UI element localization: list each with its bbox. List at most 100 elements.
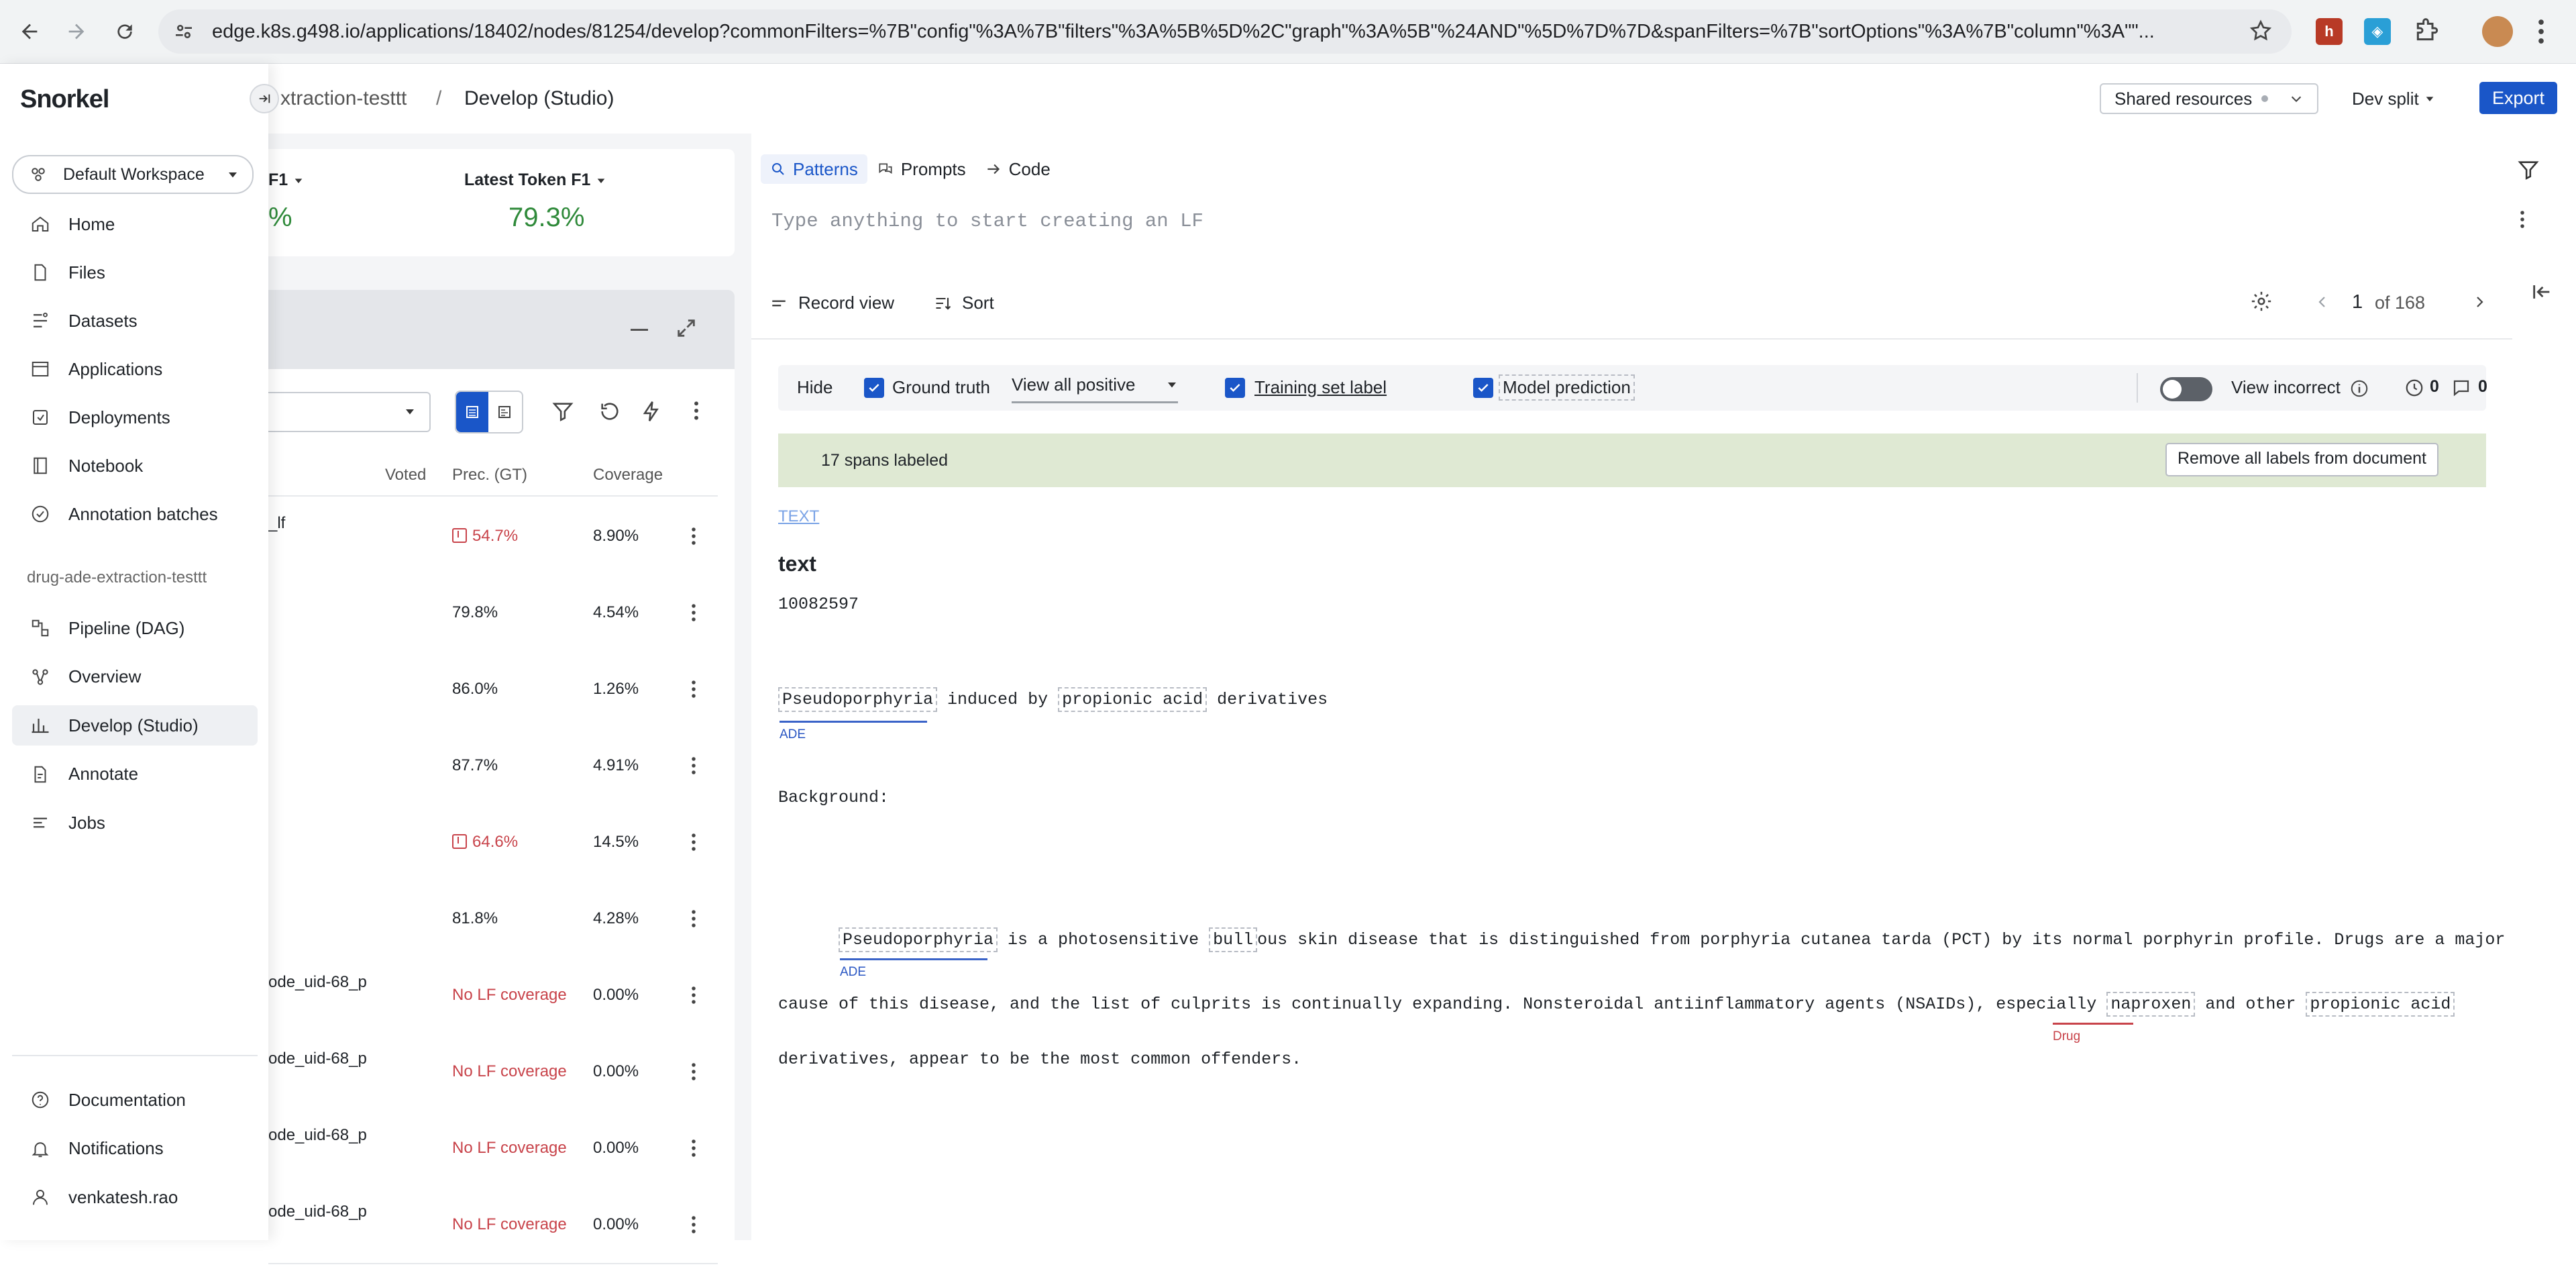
nav-item-annotation-batches[interactable]: Annotation batches [12, 494, 258, 534]
column-voted[interactable]: Voted [385, 466, 426, 484]
record-view-button[interactable]: Record view [770, 293, 894, 313]
view-toggle[interactable] [455, 391, 523, 434]
row-more-icon[interactable] [691, 679, 696, 699]
lightning-icon[interactable] [640, 400, 663, 423]
comment-icon[interactable] [2451, 378, 2471, 398]
lf-more-icon[interactable] [2520, 209, 2525, 230]
lf-table-row[interactable]: 81.8% 4.28% [268, 880, 718, 958]
extension-h-icon[interactable]: h [2316, 18, 2343, 45]
sort-button[interactable]: Sort [934, 293, 994, 313]
collapse-right-panel-icon[interactable] [2530, 280, 2553, 303]
nav-item-develop-studio[interactable]: Develop (Studio) [12, 705, 258, 746]
lf-table-row[interactable]: 86.0% 1.26% [268, 651, 718, 729]
lf-table-row[interactable]: ode_uid-68_p No LF coverage 0.00% [268, 957, 718, 1035]
view-all-positive-select[interactable]: View all positive [1012, 374, 1178, 403]
extension-gem-icon[interactable]: ◈ [2364, 18, 2391, 45]
nav-item-files[interactable]: Files [12, 252, 258, 293]
list-view-icon[interactable] [456, 392, 488, 432]
nav-item-applications[interactable]: Applications [12, 349, 258, 389]
filter-icon[interactable] [551, 400, 574, 423]
snorkel-logo[interactable]: Snorkel [20, 85, 109, 114]
tab-code[interactable]: Code [975, 159, 1060, 180]
row-more-icon[interactable] [691, 603, 696, 623]
lf-table-row[interactable]: ode_uid-68_p No LF coverage 0.00% [268, 1033, 718, 1111]
dev-split-select[interactable]: Dev split [2352, 83, 2435, 114]
row-more-icon[interactable] [691, 985, 696, 1005]
lf-filter-select[interactable] [262, 392, 431, 432]
tab-prompts[interactable]: Prompts [867, 159, 975, 180]
row-more-icon[interactable] [691, 526, 696, 546]
lf-table-row[interactable]: 79.8% 4.54% [268, 574, 718, 652]
nav-item-annotate[interactable]: Annotate [12, 754, 258, 795]
span-ade-2[interactable]: Pseudoporphyria [839, 927, 998, 952]
more-options-icon[interactable] [694, 400, 699, 421]
lf-table-row[interactable]: 87.7% 4.91% [268, 727, 718, 805]
column-precision[interactable]: Prec. (GT) [452, 466, 527, 484]
nav-item-jobs[interactable]: Jobs [12, 803, 258, 843]
site-info-icon[interactable] [173, 21, 195, 42]
row-more-icon[interactable] [691, 1215, 696, 1235]
nav-item-datasets[interactable]: Datasets [12, 301, 258, 341]
nav-item-pipeline-dag[interactable]: Pipeline (DAG) [12, 608, 258, 648]
remove-all-labels-button[interactable]: Remove all labels from document [2165, 443, 2438, 476]
shared-resources-select[interactable]: Shared resources [2100, 83, 2318, 114]
nav-item-documentation[interactable]: Documentation [12, 1080, 258, 1120]
refresh-icon[interactable] [598, 400, 621, 423]
bookmark-star-icon[interactable] [2249, 19, 2273, 43]
overview-icon [27, 667, 54, 687]
panel-filter-icon[interactable] [2517, 158, 2540, 181]
model-prediction-checkbox[interactable] [1473, 378, 1493, 398]
ground-truth-checkbox[interactable] [864, 378, 884, 398]
expand-icon[interactable] [675, 317, 698, 340]
back-icon[interactable] [11, 13, 48, 50]
warning-icon [452, 528, 467, 543]
lf-input[interactable]: Type anything to start creating an LF [771, 203, 2449, 240]
span-drug-naproxen[interactable]: naproxen [2106, 992, 2196, 1017]
collapse-nav-icon[interactable] [250, 84, 279, 113]
compact-view-icon[interactable] [488, 392, 521, 432]
breadcrumb-app[interactable]: xtraction-testtt [280, 64, 407, 134]
settings-gear-icon[interactable] [2250, 290, 2273, 313]
row-more-icon[interactable] [691, 756, 696, 776]
training-label-checkbox[interactable] [1225, 378, 1245, 398]
minimize-icon[interactable] [631, 329, 648, 332]
lf-name[interactable]: ode_uid-68_p [268, 1198, 367, 1275]
metric-f1[interactable]: F1 [268, 170, 304, 190]
page-number[interactable]: 1 [2352, 291, 2363, 313]
info-icon[interactable] [2349, 378, 2369, 399]
span-bull[interactable]: bull [1209, 927, 1258, 952]
export-button[interactable]: Export [2479, 82, 2557, 114]
row-more-icon[interactable] [691, 909, 696, 929]
lf-table-row[interactable]: ode_uid-68_p No LF coverage 0.00% [268, 1110, 718, 1188]
profile-avatar[interactable] [2482, 16, 2513, 47]
next-page-icon[interactable] [2471, 294, 2487, 310]
span-ade-1[interactable]: Pseudoporphyria [778, 687, 938, 712]
field-link[interactable]: TEXT [778, 507, 819, 526]
tab-patterns[interactable]: Patterns [761, 154, 867, 184]
nav-item-home[interactable]: Home [12, 204, 258, 244]
column-coverage[interactable]: Coverage [593, 466, 663, 484]
workspace-select[interactable]: Default Workspace [12, 155, 254, 194]
span-propionic-2[interactable]: propionic acid [2306, 992, 2455, 1017]
row-more-icon[interactable] [691, 1062, 696, 1082]
nav-item-venkatesh-rao[interactable]: venkatesh.rao [12, 1177, 258, 1217]
browser-menu-icon[interactable] [2537, 17, 2545, 46]
view-incorrect-toggle[interactable] [2160, 377, 2212, 401]
lf-table-row[interactable]: ode_uid-68_p No LF coverage 0.00% [268, 1186, 718, 1264]
nav-item-overview[interactable]: Overview [12, 657, 258, 697]
row-more-icon[interactable] [691, 1138, 696, 1158]
url-text[interactable]: edge.k8s.g498.io/applications/18402/node… [212, 9, 2231, 54]
lf-table-row[interactable]: _lf 54.7% 8.90% [268, 498, 718, 576]
row-more-icon[interactable] [691, 832, 696, 852]
nav-item-notebook[interactable]: Notebook [12, 446, 258, 486]
extensions-puzzle-icon[interactable] [2412, 18, 2439, 45]
forward-icon[interactable] [58, 13, 95, 50]
reload-icon[interactable] [106, 13, 144, 50]
lf-table-row[interactable]: 64.6% 14.5% [268, 804, 718, 882]
metric-latest-token-f1[interactable]: Latest Token F1 [464, 170, 606, 190]
prev-page-icon[interactable] [2314, 294, 2330, 310]
nav-item-notifications[interactable]: Notifications [12, 1129, 258, 1169]
span-propionic-1[interactable]: propionic acid [1058, 687, 1208, 712]
nav-item-deployments[interactable]: Deployments [12, 397, 258, 438]
history-icon[interactable] [2404, 378, 2424, 398]
